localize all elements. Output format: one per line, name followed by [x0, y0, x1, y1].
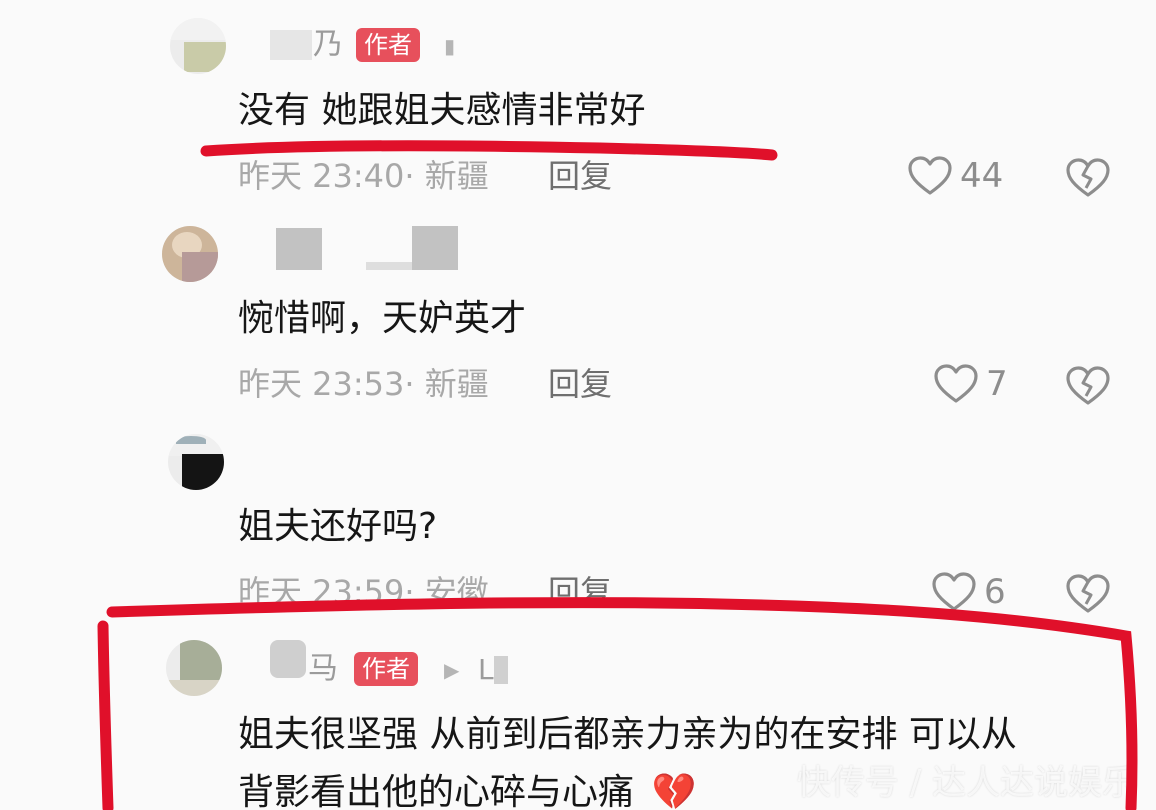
red-underline-stroke	[200, 140, 778, 161]
like-count: 6	[984, 572, 1006, 612]
reply-button[interactable]: 回复	[548, 368, 612, 400]
like-button[interactable]: 44	[908, 154, 1003, 198]
comment-location: 新疆	[424, 157, 489, 195]
comment-time: 昨天 23:40	[238, 157, 405, 195]
broken-heart-icon[interactable]	[1066, 156, 1110, 200]
avatar[interactable]	[170, 18, 226, 74]
broken-heart-icon[interactable]	[1066, 572, 1110, 616]
username-mosaic	[270, 30, 312, 60]
comment-meta: 昨天 23:59· 安徽	[238, 576, 489, 608]
broken-heart-icon[interactable]	[1066, 364, 1110, 408]
username[interactable]: 马	[308, 654, 338, 684]
meta-separator: ·	[404, 365, 425, 403]
comment-location: 安徽	[424, 573, 489, 611]
reply-button[interactable]: 回复	[548, 576, 612, 608]
meta-separator: ·	[404, 573, 425, 611]
broken-heart-emoji: 💔	[651, 772, 697, 810]
comment-time: 昨天 23:59	[238, 573, 405, 611]
comment-time: 昨天 23:53	[238, 365, 405, 403]
reply-button[interactable]: 回复	[548, 160, 612, 192]
like-count: 7	[986, 364, 1008, 404]
username-mosaic	[412, 226, 458, 270]
reply-to-username[interactable]: L	[478, 656, 494, 684]
avatar[interactable]	[168, 434, 224, 490]
comment-text: 惋惜啊，天妒英才	[238, 298, 527, 339]
heart-outline-icon	[932, 572, 976, 611]
username[interactable]: 乃	[313, 30, 343, 60]
author-badge: 作者	[354, 652, 418, 686]
username-mosaic	[494, 656, 508, 684]
comment-text-line1: 姐夫很坚强 从前到后都亲力亲为的在安排 可以从	[238, 714, 1017, 755]
heart-outline-icon	[934, 364, 978, 403]
comment-text-line2-text: 背影看出他的心碎与心痛	[238, 772, 635, 810]
avatar[interactable]	[166, 640, 222, 696]
like-button[interactable]: 6	[932, 570, 1006, 614]
author-badge: 作者	[356, 28, 420, 62]
comment-meta: 昨天 23:40· 新疆	[238, 160, 489, 192]
username-mosaic	[366, 262, 412, 270]
comment-screenshot: 乃 作者 ▮ 没有 她跟姐夫感情非常好 昨天 23:40· 新疆 回复 44 惋…	[0, 0, 1156, 810]
username-mosaic	[276, 228, 322, 270]
reply-arrow-icon: ▶	[444, 658, 460, 682]
watermark: 快传号 / 达人达说娱乐	[796, 763, 1136, 803]
meta-separator: ·	[404, 157, 425, 195]
comment-text: 没有 她跟姐夫感情非常好	[238, 90, 646, 131]
avatar[interactable]	[162, 226, 218, 282]
comment-text-line2: 背影看出他的心碎与心痛 💔	[238, 770, 696, 810]
comment-text: 姐夫还好吗?	[238, 506, 438, 547]
like-button[interactable]: 7	[934, 362, 1008, 406]
comment-meta: 昨天 23:53· 新疆	[238, 368, 489, 400]
arrow-icon: ▮	[444, 34, 456, 58]
heart-outline-icon	[908, 156, 952, 195]
username-mosaic	[270, 640, 306, 678]
like-count: 44	[960, 156, 1004, 196]
comment-location: 新疆	[424, 365, 489, 403]
